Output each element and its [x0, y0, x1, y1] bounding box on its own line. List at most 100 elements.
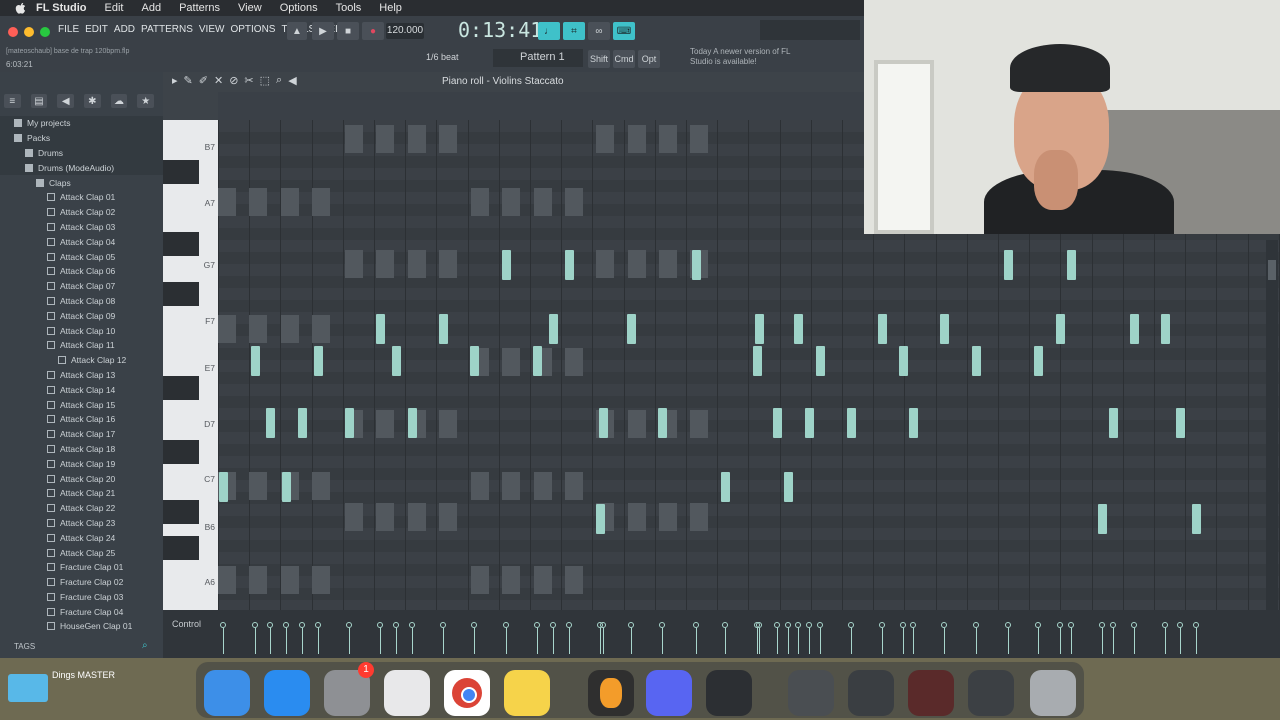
browser-sample[interactable]: HouseGen Clap 01 — [0, 619, 163, 634]
pattern-selector[interactable]: Pattern 1 — [520, 51, 580, 67]
velocity-handle[interactable] — [534, 622, 540, 628]
velocity-stem[interactable] — [777, 628, 778, 654]
velocity-stem[interactable] — [1060, 628, 1061, 654]
draw-tool-icon[interactable]: ✎ — [184, 74, 193, 87]
close-window-button[interactable] — [8, 27, 18, 37]
note[interactable] — [266, 408, 275, 438]
menu-view[interactable]: View — [238, 2, 262, 14]
browser-sample[interactable]: Fracture Clap 03 — [0, 590, 163, 605]
velocity-stem[interactable] — [1134, 628, 1135, 654]
browser-folder[interactable]: Drums (ModeAudio) — [0, 160, 163, 176]
velocity-stem[interactable] — [798, 628, 799, 654]
stop-button[interactable]: ■ — [337, 22, 359, 40]
browser-sample[interactable]: Attack Clap 14 — [0, 382, 163, 397]
record-button[interactable]: ● — [362, 22, 384, 40]
note[interactable] — [1176, 408, 1185, 438]
velocity-handle[interactable] — [597, 622, 603, 628]
note[interactable] — [721, 472, 730, 502]
browser-sample[interactable]: Attack Clap 04 — [0, 234, 163, 249]
fl-menu-options[interactable]: OPTIONS — [230, 24, 275, 35]
black-key[interactable] — [163, 282, 199, 306]
note[interactable] — [439, 314, 448, 344]
velocity-handle[interactable] — [299, 622, 305, 628]
velocity-handle[interactable] — [1035, 622, 1041, 628]
velocity-handle[interactable] — [754, 622, 760, 628]
velocity-stem[interactable] — [569, 628, 570, 654]
note[interactable] — [251, 346, 260, 376]
menu-edit[interactable]: Edit — [105, 2, 124, 14]
browser-star-icon[interactable]: ★ — [137, 94, 155, 108]
speaker-icon[interactable]: ◀ — [288, 74, 296, 87]
velocity-handle[interactable] — [283, 622, 289, 628]
velocity-stem[interactable] — [631, 628, 632, 654]
velocity-handle[interactable] — [795, 622, 801, 628]
browser-sample[interactable]: Fracture Clap 04 — [0, 604, 163, 619]
menu-patterns[interactable]: Patterns — [179, 2, 220, 14]
recent-window-3-icon[interactable] — [908, 670, 954, 716]
note[interactable] — [878, 314, 887, 344]
note[interactable] — [1034, 346, 1043, 376]
desktop-folder-icon[interactable] — [8, 674, 48, 702]
chrome-icon[interactable] — [444, 670, 490, 716]
velocity-stem[interactable] — [1113, 628, 1114, 654]
browser-sample[interactable]: Attack Clap 02 — [0, 205, 163, 220]
note[interactable] — [753, 346, 762, 376]
velocity-handle[interactable] — [774, 622, 780, 628]
browser-sample[interactable]: Attack Clap 09 — [0, 308, 163, 323]
velocity-handle[interactable] — [315, 622, 321, 628]
note[interactable] — [282, 472, 291, 502]
black-key[interactable] — [163, 376, 199, 400]
search-icon[interactable]: ⌕ — [142, 640, 148, 651]
browser-folder[interactable]: Drums — [0, 145, 163, 161]
obs-icon[interactable] — [706, 670, 752, 716]
vertical-scrollbar[interactable] — [1266, 240, 1278, 610]
control-label[interactable]: Control — [172, 619, 201, 629]
pat-song-toggle[interactable]: ▲ — [287, 22, 307, 40]
update-notification[interactable]: Today A newer version of FL Studio is av… — [690, 47, 800, 67]
velocity-stem[interactable] — [506, 628, 507, 654]
note[interactable] — [899, 346, 908, 376]
apple-icon[interactable] — [14, 2, 28, 14]
recent-window-4-icon[interactable] — [968, 670, 1014, 716]
velocity-stem[interactable] — [1008, 628, 1009, 654]
black-key[interactable] — [163, 440, 199, 464]
timeline-ruler[interactable] — [218, 92, 864, 120]
browser-sample[interactable]: Attack Clap 21 — [0, 486, 163, 501]
velocity-handle[interactable] — [1162, 622, 1168, 628]
note[interactable] — [805, 408, 814, 438]
velocity-handle[interactable] — [785, 622, 791, 628]
velocity-stem[interactable] — [1196, 628, 1197, 654]
velocity-stem[interactable] — [662, 628, 663, 654]
note[interactable] — [784, 472, 793, 502]
note[interactable] — [565, 250, 574, 280]
menu-options[interactable]: Options — [280, 2, 318, 14]
menu-add[interactable]: Add — [141, 2, 161, 14]
browser-sample[interactable]: Attack Clap 22 — [0, 501, 163, 516]
velocity-stem[interactable] — [255, 628, 256, 654]
slice-tool-icon[interactable]: ✂ — [244, 74, 253, 87]
velocity-stem[interactable] — [820, 628, 821, 654]
note[interactable] — [345, 408, 354, 438]
velocity-handle[interactable] — [409, 622, 415, 628]
velocity-handle[interactable] — [346, 622, 352, 628]
velocity-handle[interactable] — [1110, 622, 1116, 628]
velocity-handle[interactable] — [377, 622, 383, 628]
velocity-stem[interactable] — [603, 628, 604, 654]
note[interactable] — [502, 250, 511, 280]
note[interactable] — [1067, 250, 1076, 280]
velocity-handle[interactable] — [471, 622, 477, 628]
velocity-stem[interactable] — [851, 628, 852, 654]
step-edit-button[interactable]: ⌗ — [563, 22, 585, 40]
browser-sample[interactable]: Attack Clap 25 — [0, 545, 163, 560]
velocity-stem[interactable] — [788, 628, 789, 654]
velocity-lane[interactable] — [163, 610, 1280, 658]
velocity-stem[interactable] — [474, 628, 475, 654]
fl-menu-view[interactable]: VIEW — [199, 24, 225, 35]
browser-folder[interactable]: Claps — [0, 175, 163, 190]
note[interactable] — [972, 346, 981, 376]
velocity-stem[interactable] — [270, 628, 271, 654]
menu-tools[interactable]: Tools — [336, 2, 362, 14]
browser-sample[interactable]: Attack Clap 12 — [0, 353, 163, 368]
browser-sample[interactable]: Attack Clap 13 — [0, 368, 163, 383]
note[interactable] — [408, 408, 417, 438]
